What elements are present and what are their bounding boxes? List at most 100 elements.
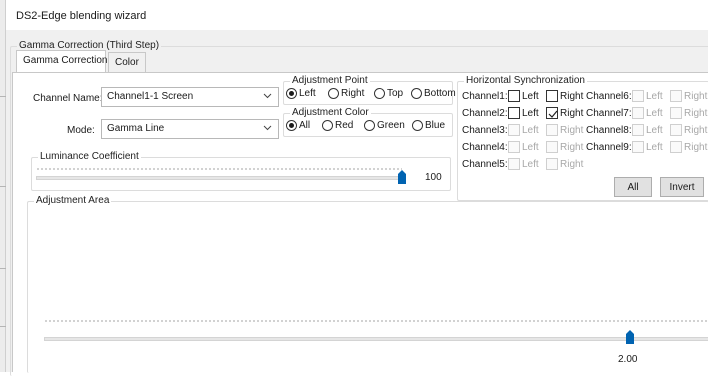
invert-button[interactable]: Invert [660,177,704,197]
adjustment-point-group: Adjustment Point Left Right Top Bottom [283,75,456,105]
sync-channel-label: Channel6: [586,91,632,102]
sync-7-left-checkbox[interactable]: Left [632,107,663,119]
adjustment-area-group: Adjustment Area 2.00 [27,195,708,373]
sync-checkbox-label: Right [560,141,584,153]
adjustment-point-label: Adjustment Point [290,75,370,86]
radio-dot [374,88,385,99]
radio-label: Blue [425,120,446,131]
channel-name-value: Channel1-1 Screen [107,91,194,102]
sync-checkbox-label: Left [522,90,539,102]
checkbox-box [508,90,520,102]
sync-4-left-checkbox[interactable]: Left [508,141,539,153]
radio-label: Red [335,120,354,131]
window-body: Gamma Correction (Third Step) Gamma Corr… [6,30,708,376]
checkbox-box [632,107,644,119]
sync-channel-label: Channel8: [586,125,632,136]
checkbox-box [670,107,682,119]
sync-9-left-checkbox[interactable]: Left [632,141,663,153]
sync-8-left-checkbox[interactable]: Left [632,124,663,136]
horizontal-sync-label: Horizontal Synchronization [464,75,587,86]
sync-2-right-checkbox[interactable]: Right [546,107,583,119]
sync-5-left-checkbox[interactable]: Left [508,158,539,170]
sync-6-right-checkbox[interactable]: Right [670,90,707,102]
radio-dot [411,88,422,99]
radio-color-blue[interactable]: Blue [412,120,445,131]
checkbox-box [632,141,644,153]
luminance-label: Luminance Coefficient [38,151,141,162]
sync-checkbox-label: Right [560,158,584,170]
sync-checkbox-label: Right [560,90,584,102]
adjustment-value: 2.00 [618,354,638,365]
adjustment-slider-thumb[interactable] [626,330,634,344]
horizontal-sync-group: Horizontal Synchronization Channel1: Left… [457,75,708,201]
checkbox-box [546,90,558,102]
sync-channel-label: Channel2: [462,108,508,119]
channel-name-label: Channel Name: [33,93,103,104]
radio-dot [286,120,297,131]
radio-label: Right [341,88,365,99]
chevron-down-icon [263,93,272,99]
sync-7-right-checkbox[interactable]: Right [670,107,707,119]
sync-3-right-checkbox[interactable]: Right [546,124,583,136]
radio-dot [364,120,375,131]
sync-checkbox-label: Right [684,90,708,102]
radio-label: Green [377,120,405,131]
luminance-group: Luminance Coefficient 100 [31,151,451,191]
sync-1-left-checkbox[interactable]: Left [508,90,539,102]
sync-channel-label: Channel4: [462,142,508,153]
channel-name-select[interactable]: Channel1-1 Screen [101,87,279,107]
title-bar: DS2-Edge blending wizard [6,0,708,30]
all-button[interactable]: All [614,177,652,197]
sync-1-right-checkbox[interactable]: Right [546,90,583,102]
sync-checkbox-label: Left [522,124,539,136]
radio-point-right[interactable]: Right [328,88,364,99]
radio-point-top[interactable]: Top [374,88,403,99]
sync-9-right-checkbox[interactable]: Right [670,141,707,153]
checkbox-box [508,124,520,136]
sync-6-left-checkbox[interactable]: Left [632,90,663,102]
mode-label: Mode: [67,125,95,136]
sync-checkbox-label: Right [560,107,584,119]
sync-checkbox-label: Right [684,141,708,153]
checkbox-box [670,141,682,153]
radio-dot [412,120,423,131]
radio-color-all[interactable]: All [286,120,310,131]
mode-select[interactable]: Gamma Line [101,119,279,139]
luminance-value: 100 [425,172,442,183]
sync-checkbox-label: Left [522,141,539,153]
checkbox-box [546,141,558,153]
sync-5-right-checkbox[interactable]: Right [546,158,583,170]
luminance-slider-thumb[interactable] [398,170,406,184]
sync-3-left-checkbox[interactable]: Left [508,124,539,136]
luminance-ticks [36,168,402,170]
adjustment-color-group: Adjustment Color All Red Green Blue [283,107,453,137]
sync-4-right-checkbox[interactable]: Right [546,141,583,153]
mode-value: Gamma Line [107,123,165,134]
radio-color-green[interactable]: Green [364,120,405,131]
sync-checkbox-label: Left [646,141,663,153]
radio-label: Top [387,88,404,99]
tab-strip: Gamma Correction Color [16,50,216,74]
sync-checkbox-label: Right [684,124,708,136]
sync-checkbox-label: Right [684,107,708,119]
checkbox-box [632,90,644,102]
sync-channel-label: Channel5: [462,159,508,170]
sync-2-left-checkbox[interactable]: Left [508,107,539,119]
sync-channel-label: Channel3: [462,125,508,136]
radio-point-left[interactable]: Left [286,88,316,99]
tab-color[interactable]: Color [108,52,146,72]
sync-checkbox-label: Left [646,124,663,136]
sync-channel-label: Channel9: [586,142,632,153]
checkbox-box [508,158,520,170]
sync-checkbox-label: Left [646,90,663,102]
sync-channel-label: Channel7: [586,108,632,119]
sync-8-right-checkbox[interactable]: Right [670,124,707,136]
tab-gamma-correction[interactable]: Gamma Correction [16,50,107,72]
sync-checkbox-label: Left [646,107,663,119]
radio-point-bottom[interactable]: Bottom [411,88,456,99]
sync-channel-label: Channel1: [462,91,508,102]
radio-color-red[interactable]: Red [322,120,353,131]
chevron-down-icon [263,125,272,131]
checkbox-box [546,124,558,136]
sync-checkbox-label: Left [522,107,539,119]
